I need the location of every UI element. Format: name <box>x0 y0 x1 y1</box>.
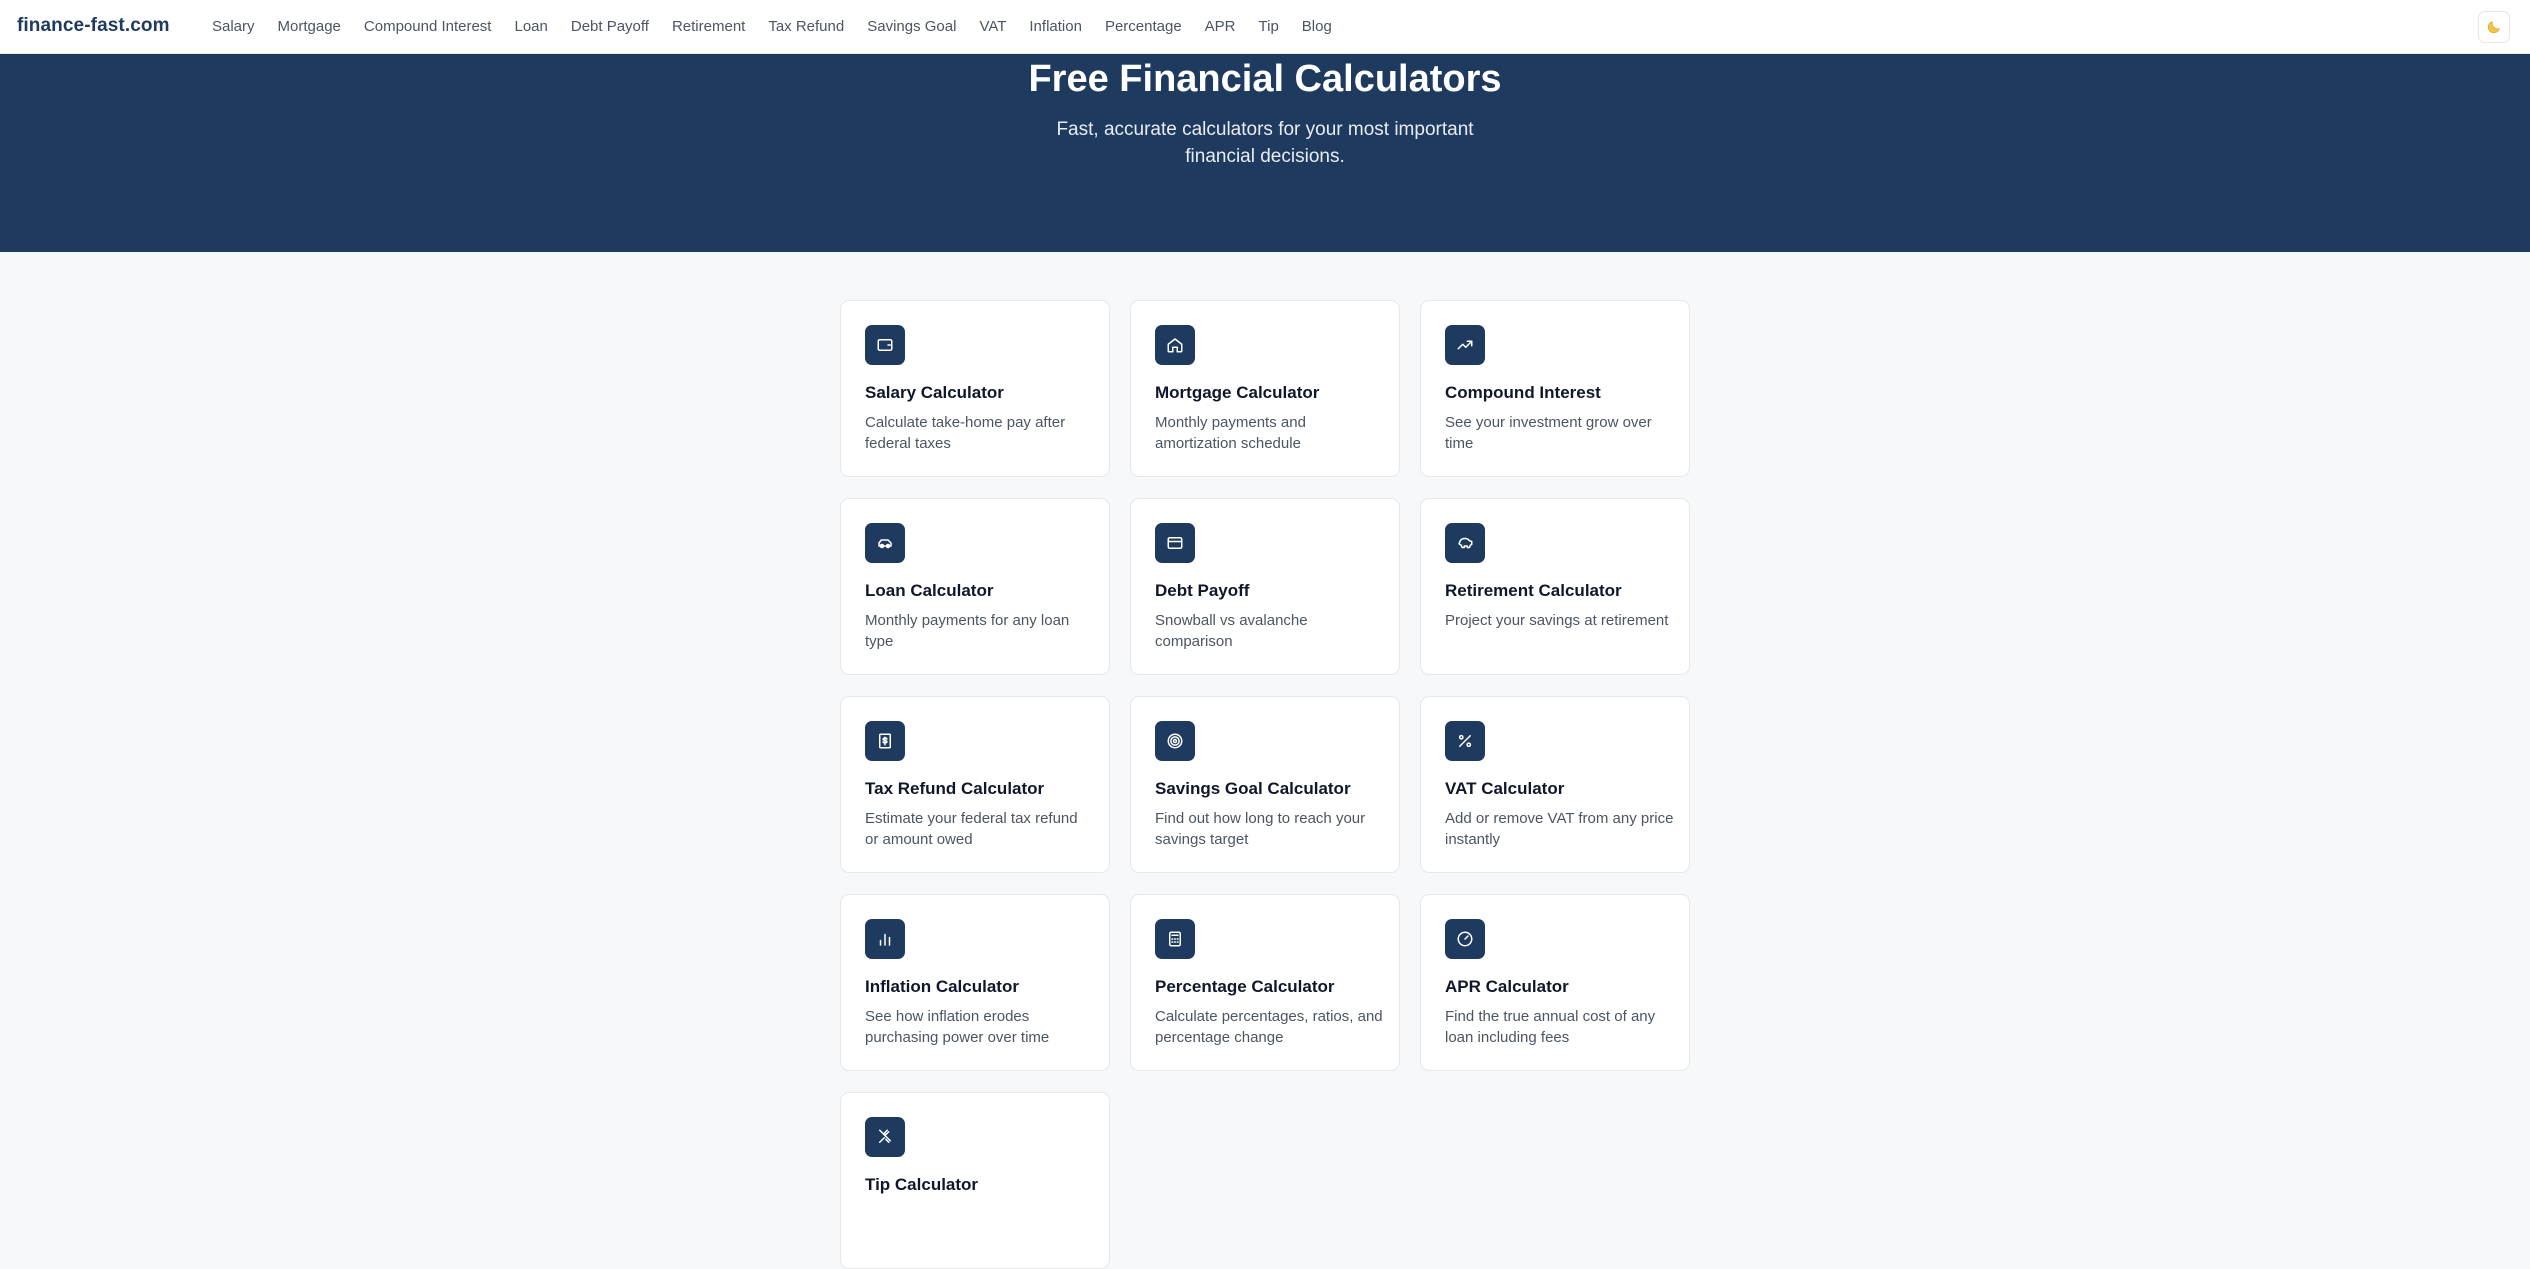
nav-links: Salary Mortgage Compound Interest Loan D… <box>212 18 1355 35</box>
nav-link-compound-interest[interactable]: Compound Interest <box>364 18 492 35</box>
nav-link-mortgage[interactable]: Mortgage <box>278 18 341 35</box>
card-title: Debt Payoff <box>1155 581 1250 600</box>
card-description: Snowball vs avalanche comparison <box>1155 612 1308 650</box>
gauge-icon <box>1445 919 1485 959</box>
brand-logo-link[interactable]: finance-fast.com <box>17 15 170 37</box>
card-description: See your investment grow over time <box>1445 414 1652 452</box>
target-icon <box>1155 721 1195 761</box>
hero-banner: Free Financial Calculators Fast, accurat… <box>0 54 2530 252</box>
card-tax-refund-calculator[interactable]: Tax Refund Calculator Estimate your fede… <box>840 696 1110 873</box>
card-title: Inflation Calculator <box>865 977 1019 996</box>
nav-link-apr[interactable]: APR <box>1205 18 1236 35</box>
card-salary-calculator[interactable]: Salary Calculator Calculate take-home pa… <box>840 300 1110 477</box>
top-navigation: finance-fast.com Salary Mortgage Compoun… <box>0 0 2530 54</box>
card-title: Compound Interest <box>1445 383 1601 402</box>
card-apr-calculator[interactable]: APR Calculator Find the true annual cost… <box>1420 894 1690 1071</box>
card-title: APR Calculator <box>1445 977 1569 996</box>
bar-chart-icon <box>865 919 905 959</box>
nav-link-blog[interactable]: Blog <box>1302 18 1332 35</box>
theme-toggle-button[interactable] <box>2478 11 2510 43</box>
card-description: See how inflation erodes purchasing powe… <box>865 1008 1050 1046</box>
card-title: Tax Refund Calculator <box>865 779 1045 798</box>
receipt-icon <box>865 721 905 761</box>
nav-link-vat[interactable]: VAT <box>979 18 1006 35</box>
card-mortgage-calculator[interactable]: Mortgage Calculator Monthly payments and… <box>1130 300 1400 477</box>
home-icon <box>1155 325 1195 365</box>
card-loan-calculator[interactable]: Loan Calculator Monthly payments for any… <box>840 498 1110 675</box>
card-title: Salary Calculator <box>865 383 1004 402</box>
card-description: Calculate take-home pay after federal ta… <box>865 414 1066 452</box>
credit-card-icon <box>1155 523 1195 563</box>
hero-subtitle: Fast, accurate calculators for your most… <box>1056 119 1474 167</box>
card-description: Project your savings at retirement <box>1445 612 1669 629</box>
trending-up-icon <box>1445 325 1485 365</box>
card-savings-goal-calculator[interactable]: Savings Goal Calculator Find out how lon… <box>1130 696 1400 873</box>
nav-link-tip[interactable]: Tip <box>1259 18 1279 35</box>
card-description: Find out how long to reach your savings … <box>1155 810 1366 848</box>
calculator-icon <box>1155 919 1195 959</box>
card-debt-payoff[interactable]: Debt Payoff Snowball vs avalanche compar… <box>1130 498 1400 675</box>
piggy-bank-icon <box>1445 523 1485 563</box>
card-title: Loan Calculator <box>865 581 994 600</box>
card-description: Calculate percentages, ratios, and perce… <box>1155 1008 1383 1046</box>
card-description: Monthly payments for any loan type <box>865 612 1070 650</box>
card-description: Find the true annual cost of any loan in… <box>1445 1008 1656 1046</box>
percent-icon <box>1445 721 1485 761</box>
card-description: Add or remove VAT from any price instant… <box>1445 810 1674 848</box>
card-inflation-calculator[interactable]: Inflation Calculator See how inflation e… <box>840 894 1110 1071</box>
nav-link-inflation[interactable]: Inflation <box>1029 18 1082 35</box>
card-description: Estimate your federal tax refund or amou… <box>865 810 1078 848</box>
card-title: VAT Calculator <box>1445 779 1565 798</box>
card-percentage-calculator[interactable]: Percentage Calculator Calculate percenta… <box>1130 894 1400 1071</box>
card-retirement-calculator[interactable]: Retirement Calculator Project your savin… <box>1420 498 1690 675</box>
nav-link-tax-refund[interactable]: Tax Refund <box>768 18 844 35</box>
card-vat-calculator[interactable]: VAT Calculator Add or remove VAT from an… <box>1420 696 1690 873</box>
card-title: Tip Calculator <box>865 1175 979 1194</box>
nav-link-percentage[interactable]: Percentage <box>1105 18 1182 35</box>
utensils-icon <box>865 1117 905 1157</box>
card-title: Savings Goal Calculator <box>1155 779 1351 798</box>
nav-link-retirement[interactable]: Retirement <box>672 18 745 35</box>
nav-link-loan[interactable]: Loan <box>514 18 547 35</box>
nav-link-debt-payoff[interactable]: Debt Payoff <box>571 18 649 35</box>
car-icon <box>865 523 905 563</box>
card-title: Mortgage Calculator <box>1155 383 1320 402</box>
nav-link-savings-goal[interactable]: Savings Goal <box>867 18 956 35</box>
card-compound-interest[interactable]: Compound Interest See your investment gr… <box>1420 300 1690 477</box>
moon-icon <box>2487 21 2500 34</box>
card-tip-calculator[interactable]: Tip Calculator <box>840 1092 1110 1269</box>
card-title: Percentage Calculator <box>1155 977 1335 996</box>
card-description: Monthly payments and amortization schedu… <box>1155 414 1306 452</box>
card-title: Retirement Calculator <box>1445 581 1622 600</box>
nav-link-salary[interactable]: Salary <box>212 18 255 35</box>
page-title: Free Financial Calculators <box>1028 58 1502 100</box>
wallet-icon <box>865 325 905 365</box>
